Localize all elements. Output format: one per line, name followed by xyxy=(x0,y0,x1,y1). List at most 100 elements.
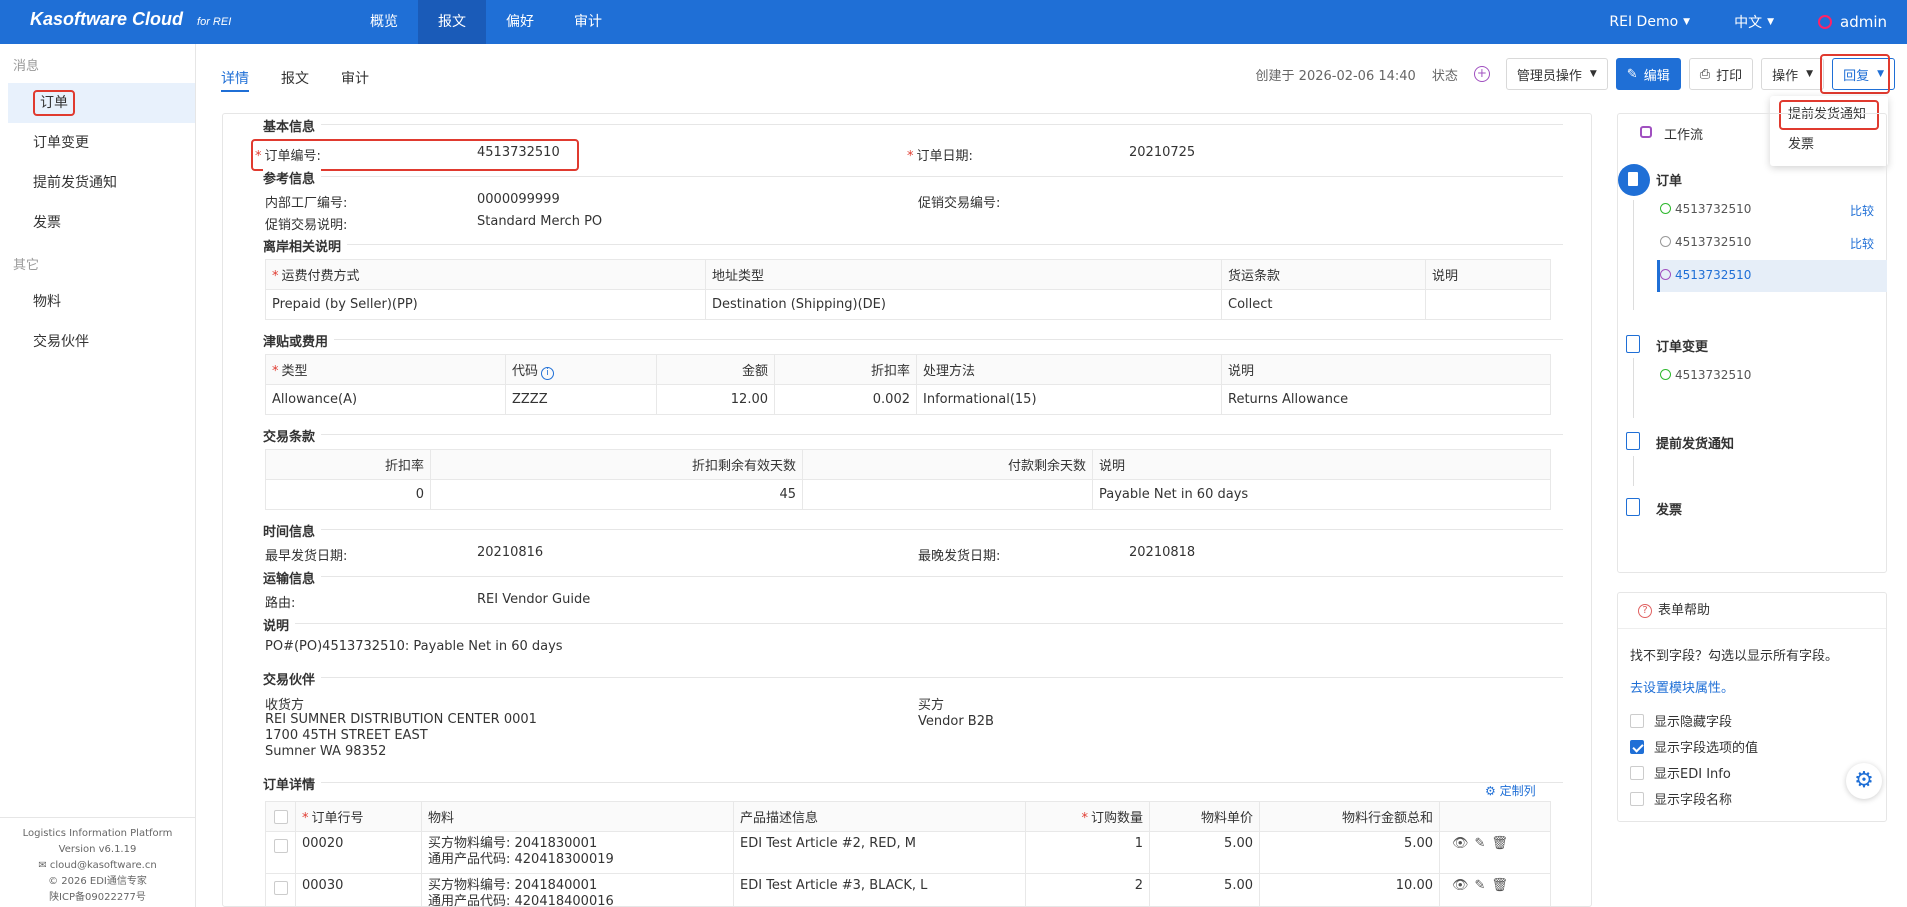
checkbox-checked[interactable] xyxy=(1630,739,1644,754)
view-icon[interactable]: 👁 xyxy=(1452,836,1469,851)
col-type: * 类型 xyxy=(265,354,506,385)
section-time: 时间信息 xyxy=(263,521,322,540)
doc-icon xyxy=(1626,432,1640,450)
section-fob: 离岸相关说明 xyxy=(263,236,348,255)
order-form: 基本信息 * 订单编号: 4513732510 * 订单日期: 20210725 参… xyxy=(222,113,1592,907)
module-settings-link[interactable]: 去设置模块属性。 xyxy=(1630,677,1734,696)
buyer-value[interactable]: Vendor B2B xyxy=(918,714,994,729)
question-icon: ? xyxy=(1638,604,1652,618)
shipto-address[interactable]: REI SUMNER DISTRIBUTION CENTER 0001 1700… xyxy=(265,712,537,760)
order-date-value[interactable]: 20210725 xyxy=(1129,145,1195,160)
chevron-down-icon: ▼ xyxy=(1767,17,1774,27)
doc-icon xyxy=(1626,335,1640,353)
delete-icon[interactable]: 🗑 xyxy=(1491,836,1508,851)
nav-overview[interactable]: 概览 xyxy=(350,0,418,44)
sidebar-item-asn[interactable]: 提前发货通知 xyxy=(8,163,195,203)
table-row: Prepaid (by Seller)(PP) Destination (Shi… xyxy=(265,289,1551,320)
edit-button[interactable]: ✎ 编辑 xyxy=(1615,58,1681,90)
sidebar-item-partners[interactable]: 交易伙伴 xyxy=(8,322,195,362)
promo-desc-value[interactable]: Standard Merch PO xyxy=(477,214,602,229)
workflow-node-asn[interactable]: 提前发货通知 xyxy=(1656,433,1734,452)
brand-logo[interactable]: Kasoftware Cloud for REI xyxy=(30,9,231,30)
section-basic-info: 基本信息 xyxy=(263,116,322,135)
org-selector[interactable]: REI Demo ▼ xyxy=(1609,14,1690,30)
add-status-icon[interactable]: + xyxy=(1473,66,1490,82)
delete-icon[interactable]: 🗑 xyxy=(1491,878,1508,893)
created-time: 创建于 2026-02-06 14:40 xyxy=(1255,68,1416,84)
workflow-sub-item[interactable]: 4513732510 xyxy=(1660,202,1751,216)
col-line-no: * 订单行号 xyxy=(295,801,422,832)
col-line-total: 物料行金额总和 xyxy=(1259,801,1440,832)
divider xyxy=(263,576,1563,577)
col-material: 物料 xyxy=(421,801,734,832)
workflow-node-invoice[interactable]: 发票 xyxy=(1656,499,1682,518)
compare-link[interactable]: 比较 xyxy=(1850,202,1874,219)
order-lines-table: * 订单行号 物料 产品描述信息 * 订购数量 物料单价 物料行金额总和 00020… xyxy=(265,801,1551,906)
section-note: 说明 xyxy=(263,615,296,634)
select-all-checkbox[interactable] xyxy=(265,801,296,832)
row-checkbox[interactable] xyxy=(265,873,296,906)
divider xyxy=(263,434,1563,435)
user-menu[interactable]: admin xyxy=(1818,13,1887,31)
divider xyxy=(263,244,1563,245)
earliest-ship-value[interactable]: 20210816 xyxy=(477,545,543,560)
info-icon[interactable]: i xyxy=(541,366,555,380)
col-code: 代码 i xyxy=(505,354,657,385)
mail-icon: ✉ xyxy=(38,860,50,871)
latest-ship-value[interactable]: 20210818 xyxy=(1129,545,1195,560)
workflow-node-order[interactable]: 订单 xyxy=(1656,170,1682,189)
checkbox[interactable] xyxy=(1630,765,1644,780)
nav-messages[interactable]: 报文 xyxy=(418,0,486,44)
nav-audit[interactable]: 审计 xyxy=(554,0,622,44)
workflow-node-order-change[interactable]: 订单变更 xyxy=(1656,336,1708,355)
sidebar-item-invoice[interactable]: 发票 xyxy=(8,203,195,243)
tab-message[interactable]: 报文 xyxy=(281,56,309,92)
sidebar-group-messages: 消息 xyxy=(13,59,40,74)
show-hidden-fields-option[interactable]: 显示隐藏字段 xyxy=(1630,711,1732,730)
order-no-highlight xyxy=(251,139,579,171)
tab-details[interactable]: 详情 xyxy=(221,56,249,92)
order-doc-icon xyxy=(1618,164,1650,196)
sidebar-item-order-change[interactable]: 订单变更 xyxy=(8,123,195,163)
admin-ops-button[interactable]: 管理员操作 ▼ xyxy=(1505,58,1608,90)
checkbox[interactable] xyxy=(1630,791,1644,806)
route-value[interactable]: REI Vendor Guide xyxy=(477,592,590,607)
show-option-values-option[interactable]: 显示字段选项的值 xyxy=(1630,737,1758,756)
col-shipping-terms: 货运条款 xyxy=(1221,259,1426,290)
edit-icon[interactable]: ✎ xyxy=(1475,878,1486,893)
note-value[interactable]: PO#(PO)4513732510: Payable Net in 60 day… xyxy=(265,639,563,654)
buyer-label: 买方 xyxy=(918,698,945,713)
earliest-ship-label: 最早发货日期: xyxy=(265,549,348,564)
table-row: Allowance(A) ZZZZ 12.00 0.002 Informatio… xyxy=(265,384,1551,415)
row-checkbox[interactable] xyxy=(265,831,296,874)
section-partners: 交易伙伴 xyxy=(263,669,322,688)
show-edi-info-option[interactable]: 显示EDI Info xyxy=(1630,763,1731,782)
compare-link[interactable]: 比较 xyxy=(1850,235,1874,252)
language-selector[interactable]: 中文 ▼ xyxy=(1734,12,1774,32)
sidebar: 消息 订单 订单变更 提前发货通知 发票 其它 物料 交易伙伴 Logistic… xyxy=(0,44,196,907)
settings-gear-icon[interactable]: ⚙ xyxy=(1846,763,1882,799)
sidebar-group-other: 其它 xyxy=(13,258,40,273)
workflow-sub-item[interactable]: 4513732510 xyxy=(1660,235,1751,249)
sidebar-item-orders[interactable]: 订单 xyxy=(8,83,195,123)
checkbox[interactable] xyxy=(1630,713,1644,728)
view-icon[interactable]: 👁 xyxy=(1452,878,1469,893)
email-link[interactable]: ✉ cloud@kasoftware.cn xyxy=(0,858,195,874)
allowance-table: * 类型 代码 i 金额 折扣率 处理方法 说明 Allowance(A) ZZZZ… xyxy=(265,354,1551,415)
customize-columns-button[interactable]: ⚙ 定制列 xyxy=(1485,782,1536,799)
workflow-sub-item[interactable]: 4513732510 xyxy=(1660,368,1751,382)
divider xyxy=(263,529,1563,530)
plant-value[interactable]: 0000099999 xyxy=(477,192,560,207)
divider xyxy=(263,124,1563,125)
section-allowance: 津贴或费用 xyxy=(263,331,335,350)
tab-audit[interactable]: 审计 xyxy=(341,56,369,92)
workflow-sub-item-current[interactable]: 4513732510 xyxy=(1660,268,1751,282)
edit-icon[interactable]: ✎ xyxy=(1475,836,1486,851)
show-field-names-option[interactable]: 显示字段名称 xyxy=(1630,789,1732,808)
nav-preferences[interactable]: 偏好 xyxy=(486,0,554,44)
printer-icon: ⎙ xyxy=(1699,66,1711,82)
print-button[interactable]: ⎙ 打印 xyxy=(1688,58,1754,90)
operations-button[interactable]: 操作 ▼ xyxy=(1761,58,1825,90)
gear-icon: ⚙ xyxy=(1485,784,1500,798)
sidebar-item-materials[interactable]: 物料 xyxy=(8,282,195,322)
